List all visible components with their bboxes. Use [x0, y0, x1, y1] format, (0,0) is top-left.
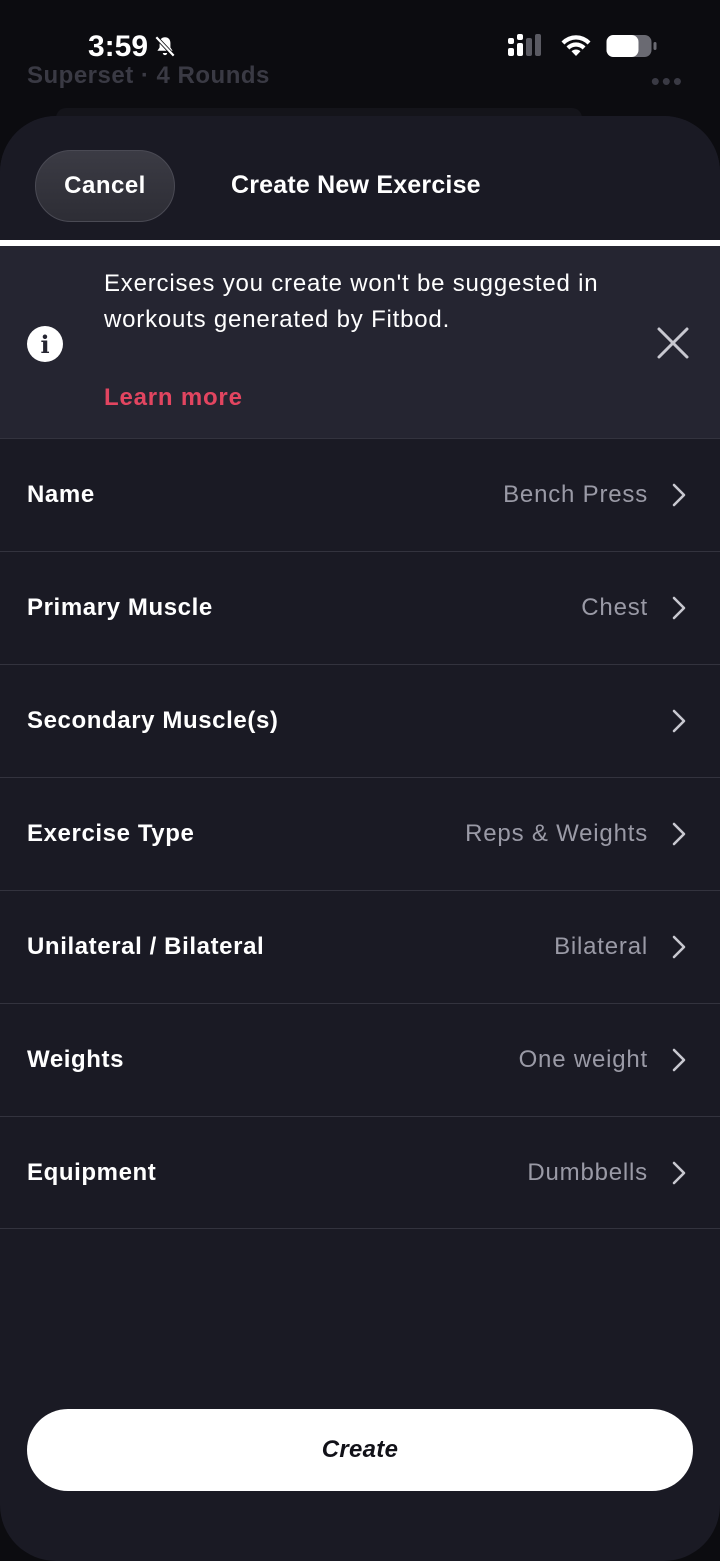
field-value: Reps & Weights	[465, 820, 648, 847]
background-more-icon: •••	[650, 66, 684, 96]
field-value: Dumbbells	[527, 1158, 648, 1186]
field-row-exercise-type[interactable]: Exercise Type Reps & Weights	[0, 777, 720, 890]
field-label: Primary Muscle	[27, 594, 213, 621]
learn-more-link[interactable]: Learn more	[104, 384, 243, 412]
status-time-text: 3:59	[88, 30, 149, 63]
chevron-right-icon	[672, 709, 686, 733]
field-row-primary-muscle[interactable]: Primary Muscle Chest	[0, 551, 720, 664]
wifi-icon	[561, 35, 591, 56]
info-icon: i	[27, 326, 63, 362]
field-label: Exercise Type	[27, 820, 195, 847]
field-label: Secondary Muscle(s)	[27, 707, 279, 734]
create-button[interactable]: Create	[27, 1409, 693, 1491]
bell-slash-icon	[154, 35, 176, 57]
screen: Superset · 4 Rounds ••• 3:59 Cancel Crea…	[0, 0, 720, 1561]
status-icons	[508, 34, 658, 58]
exercise-fields-list: Name Bench Press Primary Muscle Chest Se…	[0, 438, 720, 1229]
field-value: One weight	[518, 1046, 648, 1073]
info-banner: i Exercises you create won't be suggeste…	[0, 246, 720, 438]
chevron-right-icon	[672, 1048, 686, 1072]
field-label: Name	[27, 481, 95, 508]
field-value: Chest	[581, 594, 648, 621]
field-value: Bench Press	[503, 481, 648, 508]
field-value: Bilateral	[554, 933, 648, 960]
field-row-equipment[interactable]: Equipment Dumbbells	[0, 1116, 720, 1229]
battery-icon	[606, 35, 657, 57]
chevron-right-icon	[672, 822, 686, 846]
chevron-right-icon	[672, 596, 686, 620]
background-workout-title: Superset · 4 Rounds	[27, 62, 270, 89]
chevron-right-icon	[672, 935, 686, 959]
field-label: Unilateral / Bilateral	[27, 933, 265, 960]
cellular-signal-icon	[508, 34, 541, 56]
field-row-unilateral-bilateral[interactable]: Unilateral / Bilateral Bilateral	[0, 890, 720, 1003]
sheet-header: Cancel Create New Exercise	[0, 116, 720, 240]
chevron-right-icon	[672, 1161, 686, 1184]
create-exercise-sheet: Cancel Create New Exercise i Exercises y…	[0, 116, 720, 1561]
sheet-title: Create New Exercise	[231, 171, 481, 199]
field-label: Equipment	[27, 1158, 157, 1186]
status-time: 3:59	[88, 30, 178, 64]
info-banner-text: Exercises you create won't be suggested …	[104, 270, 599, 333]
field-row-secondary-muscles[interactable]: Secondary Muscle(s)	[0, 664, 720, 777]
field-row-name[interactable]: Name Bench Press	[0, 438, 720, 551]
chevron-right-icon	[672, 483, 686, 507]
field-row-weights[interactable]: Weights One weight	[0, 1003, 720, 1116]
close-icon[interactable]	[656, 326, 690, 360]
field-label: Weights	[27, 1046, 125, 1073]
cancel-button[interactable]: Cancel	[35, 150, 175, 222]
